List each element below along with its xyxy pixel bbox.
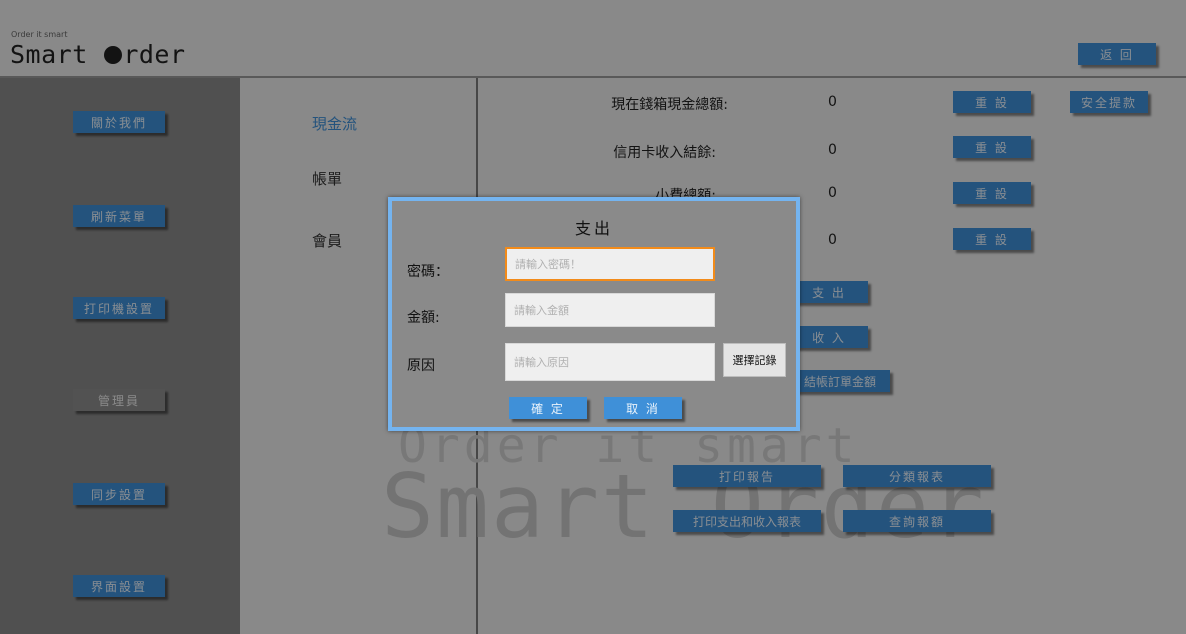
reason-input[interactable]: 請輸入原因 — [505, 343, 715, 381]
amount-input[interactable]: 請輸入金額 — [505, 293, 715, 327]
reason-label: 原因 — [407, 358, 435, 374]
dialog-title: 支出 — [574, 219, 613, 238]
password-input[interactable]: 請輸入密碼！ — [505, 247, 715, 281]
amount-label: 金額: — [407, 310, 440, 326]
password-label: 密碼： — [407, 264, 449, 280]
confirm-button[interactable]: 確 定 — [509, 397, 587, 419]
choose-record-button[interactable]: 選擇記錄 — [723, 343, 786, 377]
expense-dialog: 支出 密碼： 請輸入密碼！ 金額: 請輸入金額 原因 請輸入原因 選擇記錄 確 … — [388, 197, 800, 431]
cancel-button[interactable]: 取 消 — [604, 397, 682, 419]
